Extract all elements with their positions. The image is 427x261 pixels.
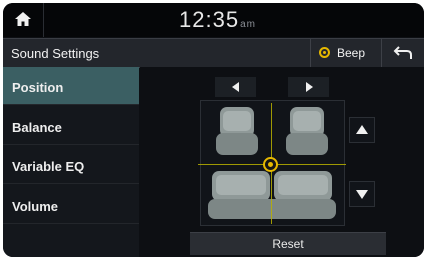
title-bar: Sound Settings Beep (3, 38, 424, 68)
home-icon (15, 12, 31, 26)
move-down-button[interactable] (349, 181, 375, 207)
position-panel: Reset (140, 67, 424, 257)
sidebar-item-variable-eq[interactable]: Variable EQ (3, 146, 139, 184)
reset-button-label: Reset (272, 237, 304, 251)
sidebar-item-label: Variable EQ (12, 159, 85, 174)
arrow-left-icon (232, 82, 239, 92)
back-icon (393, 46, 412, 59)
front-left-seat-icon (216, 107, 258, 155)
head-unit-screen: 12:35am Sound Settings Beep Position Bal… (3, 3, 424, 257)
move-right-button[interactable] (288, 77, 329, 97)
sidebar-item-position[interactable]: Position (3, 67, 139, 105)
move-left-button[interactable] (215, 77, 256, 97)
beep-toggle[interactable]: Beep (310, 39, 382, 67)
clock-time: 12:35 (179, 7, 240, 32)
clock-ampm: am (240, 19, 256, 30)
status-bar: 12:35am (3, 3, 424, 37)
front-right-seat-icon (286, 107, 328, 155)
move-up-button[interactable] (349, 117, 375, 143)
beep-radio-icon (319, 47, 330, 58)
page-title: Sound Settings (11, 46, 100, 61)
sidebar-item-volume[interactable]: Volume (3, 186, 139, 224)
reset-button[interactable]: Reset (190, 232, 386, 255)
arrow-down-icon (356, 190, 368, 199)
rear-seat-icon (208, 171, 336, 219)
focus-point-handle[interactable] (263, 157, 278, 172)
back-button[interactable] (383, 39, 424, 67)
clock: 12:35am (179, 7, 256, 33)
arrow-right-icon (306, 82, 313, 92)
sidebar-item-label: Balance (12, 120, 62, 135)
home-button[interactable] (3, 3, 44, 37)
sidebar-item-label: Position (12, 80, 64, 95)
sidebar-item-label: Volume (12, 199, 58, 214)
sidebar-item-balance[interactable]: Balance (3, 107, 139, 145)
sidebar: Position Balance Variable EQ Volume (3, 67, 139, 257)
arrow-up-icon (356, 125, 368, 134)
beep-label: Beep (337, 46, 366, 60)
